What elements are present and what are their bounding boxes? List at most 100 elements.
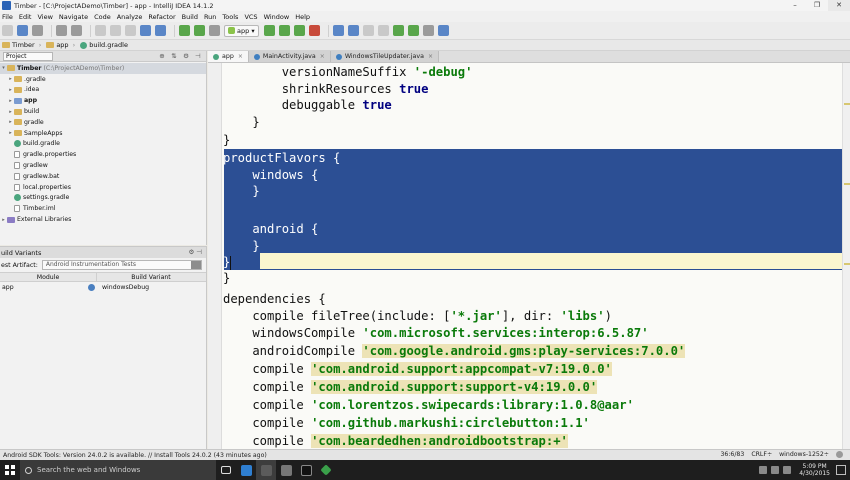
back-icon[interactable]	[179, 25, 190, 36]
editor-scrollbar[interactable]	[842, 63, 850, 449]
open-folder-icon[interactable]	[2, 25, 13, 36]
sdk-manager-icon[interactable]	[392, 25, 404, 36]
code-line[interactable]: }	[223, 114, 259, 131]
paste-icon[interactable]	[125, 25, 136, 36]
expand-arrow-icon[interactable]: ▸	[7, 98, 14, 104]
code-line[interactable]: }	[223, 254, 232, 271]
code-line[interactable]: debuggable true	[223, 97, 392, 114]
sync-icon[interactable]	[32, 25, 43, 36]
tree-item[interactable]: gradle.properties	[0, 149, 206, 160]
close-icon[interactable]: ×	[238, 53, 243, 60]
code-line[interactable]: }	[223, 183, 259, 200]
close-icon[interactable]: ×	[428, 53, 433, 60]
breadcrumb-timber[interactable]: Timber ›	[2, 41, 41, 49]
run-icon[interactable]	[263, 25, 275, 36]
code-line[interactable]: compile 'com.github.markushi:circlebutto…	[223, 415, 590, 432]
taskbar-intellij[interactable]	[256, 460, 276, 480]
menu-refactor[interactable]: Refactor	[148, 13, 175, 21]
tab-app[interactable]: app ×	[208, 51, 249, 62]
network-icon[interactable]	[771, 466, 780, 474]
menu-vcs[interactable]: VCS	[244, 13, 257, 21]
caret-position[interactable]: 36:6/83	[720, 451, 744, 458]
stop-icon[interactable]	[308, 25, 320, 36]
expand-arrow-icon[interactable]: ▾	[0, 65, 7, 71]
gradle-sync-icon[interactable]	[422, 25, 434, 36]
menu-analyze[interactable]: Analyze	[117, 13, 143, 21]
code-line[interactable]: }	[223, 132, 230, 149]
code-line[interactable]: dependencies {	[223, 291, 326, 308]
code-line[interactable]: windowsCompile 'com.microsoft.services:i…	[223, 325, 648, 342]
code-line[interactable]: versionNameSuffix '-debug'	[223, 64, 473, 81]
expand-arrow-icon[interactable]: ▸	[7, 87, 14, 93]
test-artifact-select[interactable]: Android Instrumentation Tests	[41, 260, 202, 270]
redo-icon[interactable]	[71, 25, 82, 36]
taskbar-ie[interactable]	[236, 460, 256, 480]
code-line[interactable]: compile 'com.android.support:support-v4:…	[223, 379, 598, 396]
menu-edit[interactable]: Edit	[19, 13, 32, 21]
undo-icon[interactable]	[56, 25, 67, 36]
taskbar-search[interactable]: Search the web and Windows	[20, 460, 216, 480]
error-stripe-mark[interactable]	[844, 103, 850, 105]
menu-help[interactable]: Help	[295, 13, 310, 21]
help-icon[interactable]	[437, 25, 449, 36]
tree-item[interactable]: build.gradle	[0, 139, 206, 150]
column-module[interactable]: Module	[0, 273, 97, 281]
code-line[interactable]: androidCompile 'com.google.android.gms:p…	[223, 343, 686, 360]
expand-arrow-icon[interactable]: ▸	[7, 109, 14, 115]
status-message[interactable]: Android SDK Tools: Version 24.0.2 is ava…	[3, 452, 267, 459]
tree-item[interactable]: ▸ app	[0, 95, 206, 106]
tree-root-timber[interactable]: ▾ Timber (C:\ProjectADemo\Timber)	[0, 63, 206, 74]
tab-windowstileupdater[interactable]: WindowsTileUpdater.java ×	[330, 51, 439, 62]
task-view-button[interactable]	[216, 460, 236, 480]
forward-icon[interactable]	[194, 25, 205, 36]
start-button[interactable]	[0, 460, 20, 480]
taskbar-clock[interactable]: 5:09 PM 4/30/2015	[799, 463, 830, 477]
tree-item[interactable]: gradlew.bat	[0, 171, 206, 182]
expand-arrow-icon[interactable]: ▸	[7, 130, 14, 136]
code-line[interactable]: compile 'com.beardedhen:androidbootstrap…	[223, 433, 568, 449]
code-line[interactable]: compile fileTree(include: ['*.jar'], dir…	[223, 308, 612, 325]
menu-window[interactable]: Window	[264, 13, 290, 21]
build-variants-tools[interactable]: ⚙ ⊣	[188, 248, 202, 256]
debug-icon[interactable]	[278, 25, 290, 36]
taskbar-explorer[interactable]	[276, 460, 296, 480]
run-configuration-select[interactable]: app ▾	[224, 24, 259, 37]
build-variant-cell[interactable]: windowsDebug	[97, 284, 205, 291]
expand-arrow-icon[interactable]: ▸	[7, 76, 14, 82]
menu-code[interactable]: Code	[94, 13, 111, 21]
find-icon[interactable]	[140, 25, 151, 36]
tree-item[interactable]: ▸ SampleApps	[0, 128, 206, 139]
vcs-update-icon[interactable]	[332, 25, 344, 36]
hide-panel-icon[interactable]: ⊣	[194, 52, 202, 60]
menu-run[interactable]: Run	[204, 13, 216, 21]
menu-build[interactable]: Build	[182, 13, 198, 21]
taskbar-app[interactable]	[316, 460, 336, 480]
avd-manager-icon[interactable]	[407, 25, 419, 36]
tree-item[interactable]: ▸ .gradle	[0, 74, 206, 85]
code-editor[interactable]: versionNameSuffix '-debug' shrinkResourc…	[208, 63, 850, 449]
save-icon[interactable]	[17, 25, 28, 36]
notifications-icon[interactable]	[836, 465, 846, 475]
tree-item[interactable]: settings.gradle	[0, 193, 206, 204]
close-icon[interactable]: ×	[320, 53, 325, 60]
lock-icon[interactable]	[836, 451, 843, 458]
menu-view[interactable]: View	[37, 13, 52, 21]
code-line[interactable]: shrinkResources true	[223, 81, 429, 98]
make-project-icon[interactable]	[209, 25, 220, 36]
cut-icon[interactable]	[95, 25, 106, 36]
coverage-icon[interactable]	[293, 25, 305, 36]
vcs-commit-icon[interactable]	[347, 25, 359, 36]
tree-item[interactable]: ▸ .idea	[0, 85, 206, 96]
close-button[interactable]: ✕	[828, 0, 850, 11]
error-stripe-mark[interactable]	[844, 263, 850, 265]
tree-item[interactable]: ▸ gradle	[0, 117, 206, 128]
code-line[interactable]: windows {	[223, 167, 318, 184]
expand-arrow-icon[interactable]: ▸	[7, 119, 14, 125]
chevron-up-icon[interactable]	[759, 466, 768, 474]
minimize-button[interactable]: –	[784, 0, 806, 11]
code-line[interactable]: compile 'com.lorentzos.swipecards:librar…	[223, 397, 634, 414]
code-line[interactable]: }	[223, 238, 259, 255]
breadcrumb-app[interactable]: app ›	[46, 41, 75, 49]
expand-arrow-icon[interactable]: ▸	[0, 217, 7, 223]
tree-item[interactable]: Timber.iml	[0, 203, 206, 214]
